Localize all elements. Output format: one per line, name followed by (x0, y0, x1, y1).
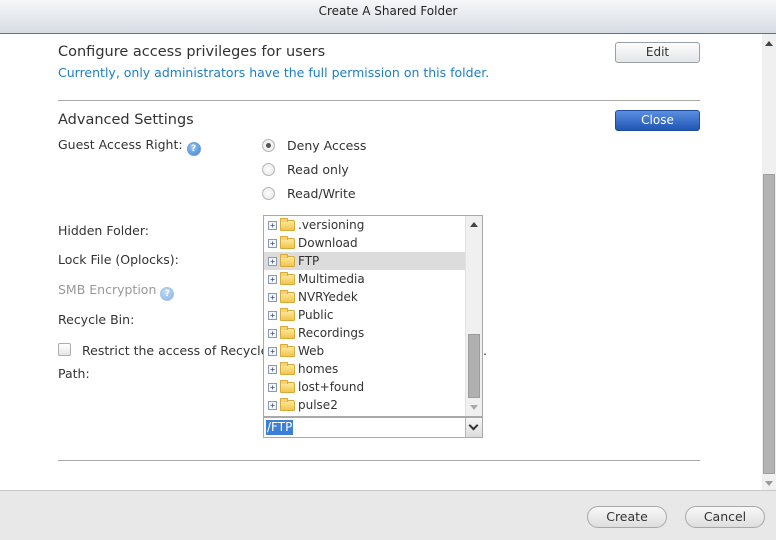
tree-item-label: Web (298, 344, 325, 358)
folder-icon (280, 307, 295, 321)
close-advanced-button[interactable]: Close (615, 110, 700, 131)
restrict-recycle-label-tail: . (483, 343, 487, 358)
expand-plus-icon[interactable]: + (268, 364, 277, 374)
tree-item-folder[interactable]: + .versioning (264, 216, 466, 234)
dialog-footer: Create Cancel (0, 490, 776, 540)
tree-item-label: .versioning (298, 218, 365, 232)
help-icon[interactable]: ? (186, 142, 201, 156)
expand-plus-icon[interactable]: + (268, 346, 277, 356)
smb-encryption-label: SMB Encryption? (58, 282, 175, 301)
expand-plus-icon[interactable]: + (268, 310, 277, 320)
advanced-settings-title: Advanced Settings (58, 112, 194, 128)
folder-icon (280, 379, 295, 393)
expand-plus-icon[interactable]: + (268, 400, 277, 410)
tree-item-folder[interactable]: + FTP (264, 252, 466, 270)
radio-read-only[interactable]: Read only (262, 162, 349, 177)
radio-label: Read only (287, 162, 349, 177)
folder-icon (280, 325, 295, 339)
tree-item-label: pulse2 (298, 398, 338, 412)
hidden-folder-label: Hidden Folder: (58, 223, 149, 238)
radio-button[interactable] (262, 139, 275, 152)
restrict-recycle-label: Restrict the access of Recycle (82, 343, 269, 358)
path-input-value[interactable]: /FTP (266, 420, 294, 435)
tree-item-label: Recordings (298, 326, 365, 340)
tree-item-label: Multimedia (298, 272, 365, 286)
radio-read-write[interactable]: Read/Write (262, 186, 356, 201)
path-label: Path: (58, 366, 90, 381)
tree-item-folder[interactable]: + lost+found (264, 378, 466, 396)
tree-item-label: homes (298, 362, 339, 376)
dialog-content: Configure access privileges for users Cu… (0, 34, 762, 490)
tree-item-label: Download (298, 236, 358, 250)
access-privileges-title: Configure access privileges for users (58, 44, 326, 60)
chevron-down-icon[interactable] (465, 418, 482, 437)
expand-plus-icon[interactable]: + (268, 220, 277, 230)
tree-item-folder[interactable]: + homes (264, 360, 466, 378)
tree-item-label: NVRYedek (298, 290, 358, 304)
guest-access-text: Guest Access Right: (58, 137, 183, 152)
folder-icon (280, 343, 295, 357)
tree-item-label: Public (298, 308, 334, 322)
dialog-title: Create A Shared Folder (318, 4, 458, 18)
help-icon[interactable]: ? (160, 287, 175, 301)
folder-icon (280, 253, 295, 267)
divider (58, 460, 700, 461)
tree-scrollbar[interactable] (465, 216, 482, 416)
expand-plus-icon[interactable]: + (268, 328, 277, 338)
create-button[interactable]: Create (587, 506, 667, 528)
folder-tree-list: + .versioning + Download + FTP + Multimedia + NVR… (264, 216, 466, 414)
folder-icon (280, 361, 295, 375)
tree-item-folder[interactable]: + Web (264, 342, 466, 360)
dialog-scrollbar-thumb[interactable] (763, 174, 775, 474)
radio-button[interactable] (262, 187, 275, 200)
dialog-title-bar: Create A Shared Folder (0, 0, 776, 34)
scroll-down-icon[interactable] (765, 481, 773, 486)
tree-item-folder[interactable]: + Download (264, 234, 466, 252)
tree-item-folder[interactable]: + NVRYedek (264, 288, 466, 306)
folder-icon (280, 397, 295, 411)
tree-item-folder[interactable]: + Public (264, 306, 466, 324)
folder-icon (280, 271, 295, 285)
cancel-button[interactable]: Cancel (685, 506, 765, 528)
expand-plus-icon[interactable]: + (268, 292, 277, 302)
scroll-down-icon[interactable] (470, 405, 478, 410)
scroll-up-icon[interactable] (470, 222, 478, 227)
radio-deny-access[interactable]: Deny Access (262, 138, 366, 153)
expand-plus-icon[interactable]: + (268, 382, 277, 392)
divider (58, 100, 700, 101)
tree-item-label: FTP (298, 254, 320, 268)
path-combobox[interactable]: /FTP (263, 417, 483, 438)
access-info-text: Currently, only administrators have the … (58, 65, 490, 80)
tree-scrollbar-thumb[interactable] (468, 334, 480, 398)
expand-plus-icon[interactable]: + (268, 274, 277, 284)
folder-tree-dropdown[interactable]: + .versioning + Download + FTP + Multimedia + NVR… (263, 215, 483, 417)
folder-icon (280, 289, 295, 303)
tree-item-label: lost+found (298, 380, 365, 394)
scroll-up-icon[interactable] (765, 41, 773, 46)
radio-button[interactable] (262, 163, 275, 176)
edit-button[interactable]: Edit (615, 42, 700, 63)
recycle-bin-label: Recycle Bin: (58, 312, 135, 327)
tree-item-folder[interactable]: + pulse2 (264, 396, 466, 414)
restrict-recycle-checkbox[interactable] (58, 343, 71, 356)
folder-icon (280, 235, 295, 249)
tree-item-folder[interactable]: + Recordings (264, 324, 466, 342)
folder-icon (280, 217, 295, 231)
smb-encryption-text: SMB Encryption (58, 282, 157, 297)
dialog-scrollbar[interactable] (762, 34, 776, 490)
lock-file-label: Lock File (Oplocks): (58, 252, 179, 267)
radio-label: Read/Write (287, 186, 356, 201)
expand-plus-icon[interactable]: + (268, 256, 277, 266)
expand-plus-icon[interactable]: + (268, 238, 277, 248)
guest-access-label: Guest Access Right:? (58, 137, 201, 156)
radio-label: Deny Access (287, 138, 367, 153)
tree-item-folder[interactable]: + Multimedia (264, 270, 466, 288)
